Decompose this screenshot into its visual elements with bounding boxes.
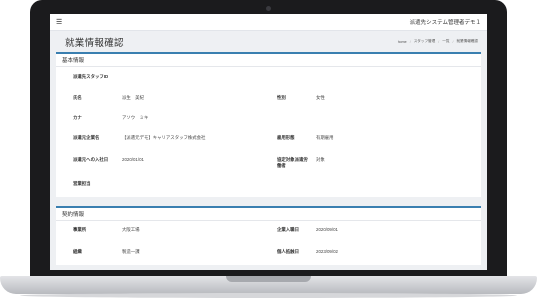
kana-value: アソウ ミキ (122, 115, 149, 120)
dispatch-company-label: 派遣元企業名 (73, 135, 100, 140)
employment-type-value: 有期雇用 (316, 135, 334, 140)
gender-value: 女性 (316, 95, 325, 100)
hamburger-menu-icon[interactable]: ☰ (56, 18, 62, 26)
join-date-value: 2020/01/01 (122, 157, 144, 162)
page-header: 就業情報確認 home / スタッフ管理 / 一覧 / 就業情報確認 (50, 31, 487, 52)
join-date-label: 派遣元への入社日 (73, 157, 109, 162)
field-row: 派遣先スタッフID (56, 71, 481, 93)
agreement-label: 協定対象派遣労働者 (277, 157, 308, 168)
laptop-notch (226, 276, 311, 282)
camera-icon (266, 6, 271, 11)
office-value: 大阪工場 (122, 227, 140, 232)
field-row: 氏名 派生 美紀 性別 女性 (56, 93, 481, 115)
dispatch-company-value: 【派遣元デモ】キャリアスタッフ株式会社 (122, 135, 206, 140)
kana-label: カナ (73, 115, 82, 120)
name-value: 派生 美紀 (122, 95, 144, 100)
contract-info-card: 契約情報 事業所 大阪工場 企業入職日 2020/09/01 組織 製造一課 個… (56, 206, 481, 265)
company-join-label: 企業入職日 (277, 227, 299, 232)
individual-date-label: 個人抵触日 (277, 249, 299, 254)
field-row: 派遣元への入社日 2020/01/01 協定対象派遣労働者 対象 (56, 155, 481, 179)
employment-type-label: 雇用形態 (277, 135, 295, 140)
office-label: 事業所 (73, 227, 87, 232)
department-value: 製造一課 (122, 249, 140, 254)
individual-date-value: 2023/09/02 (316, 249, 338, 254)
screen: ☰ 派遣先システム管理者デモ１ 就業情報確認 home / スタッフ管理 / 一… (50, 14, 487, 270)
field-row: 事業所 大阪工場 企業入職日 2020/09/01 (56, 225, 481, 247)
page-title: 就業情報確認 (65, 37, 124, 49)
breadcrumb-current: 就業情報確認 (456, 39, 478, 43)
breadcrumb-home[interactable]: home (395, 40, 410, 44)
field-row: 組織 製造一課 個人抵触日 2023/09/02 (56, 247, 481, 261)
company-join-value: 2020/09/01 (316, 227, 338, 232)
field-row: 派遣元企業名 【派遣元デモ】キャリアスタッフ株式会社 雇用形態 有期雇用 (56, 133, 481, 155)
basic-info-title: 基本情報 (56, 54, 481, 67)
contract-info-title: 契約情報 (56, 208, 481, 221)
field-row: カナ アソウ ミキ (56, 115, 481, 133)
app-title: 派遣先システム管理者デモ１ (409, 20, 481, 26)
breadcrumb-staff-management[interactable]: スタッフ管理 (411, 39, 439, 44)
top-bar: ☰ 派遣先システム管理者デモ１ (50, 14, 487, 31)
laptop-shadow (20, 293, 517, 298)
name-label: 氏名 (73, 95, 82, 100)
staff-id-label: 派遣先スタッフID (73, 74, 109, 79)
department-label: 組織 (73, 249, 82, 254)
breadcrumb: home / スタッフ管理 / 一覧 / 就業情報確認 (395, 39, 481, 44)
field-row: 営業担当 (56, 179, 481, 193)
basic-info-card: 基本情報 派遣先スタッフID 氏名 派生 美紀 性別 女性 カナ アソウ ミキ … (56, 52, 481, 197)
business-lead-label: 営業担当 (73, 181, 91, 186)
agreement-value: 対象 (316, 157, 325, 162)
gender-label: 性別 (277, 95, 286, 100)
breadcrumb-list[interactable]: 一覧 (439, 39, 452, 44)
